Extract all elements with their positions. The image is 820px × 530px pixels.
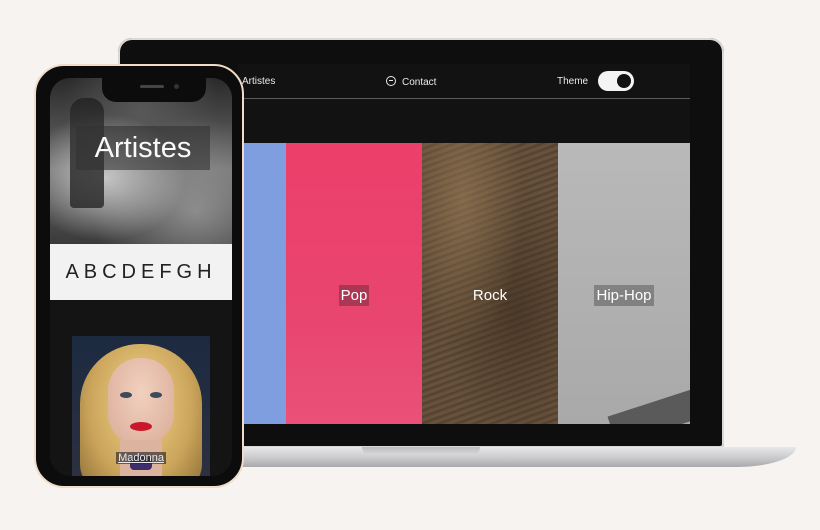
phone-notch [102, 78, 206, 102]
nav-contact-label: Contact [402, 77, 437, 88]
phone-frame: Artistes ABCDEFGH Madonna [34, 64, 244, 488]
toggle-knob [617, 74, 631, 88]
genre-label-pop: Pop [338, 285, 370, 306]
theme-label: Theme [557, 76, 589, 87]
mobile-screen: Artistes ABCDEFGH Madonna [50, 78, 232, 476]
desktop-screen: Artistes Contact Theme Pop Rock Hip-Hop [238, 64, 690, 424]
hero-image: Artistes [50, 78, 232, 244]
genre-panel-hiphop[interactable]: Hip-Hop [558, 143, 690, 424]
speaker-icon [140, 85, 164, 88]
top-nav: Artistes Contact Theme [238, 64, 690, 99]
artist-name-link[interactable]: Madonna [116, 452, 166, 464]
laptop-opening-notch [362, 447, 480, 455]
page-title: Artistes [76, 126, 210, 170]
genre-panel-rock[interactable]: Rock [422, 143, 558, 424]
genre-panel-pop[interactable]: Pop [286, 143, 422, 424]
theme-toggle[interactable] [598, 71, 634, 91]
genre-label-hiphop: Hip-Hop [594, 285, 654, 306]
alphabet-filter[interactable]: ABCDEFGH [50, 244, 232, 300]
artist-card[interactable]: Madonna [72, 336, 210, 476]
camera-icon [174, 84, 179, 89]
chat-bubble-icon [386, 76, 396, 86]
hiphop-image-detail [607, 388, 690, 424]
genre-label-rock: Rock [472, 287, 508, 304]
nav-artistes-link[interactable]: Artistes [242, 76, 275, 87]
genre-panel-blue[interactable] [238, 143, 286, 424]
nav-contact-link[interactable]: Contact [386, 76, 436, 88]
genre-panels: Pop Rock Hip-Hop [238, 143, 690, 424]
